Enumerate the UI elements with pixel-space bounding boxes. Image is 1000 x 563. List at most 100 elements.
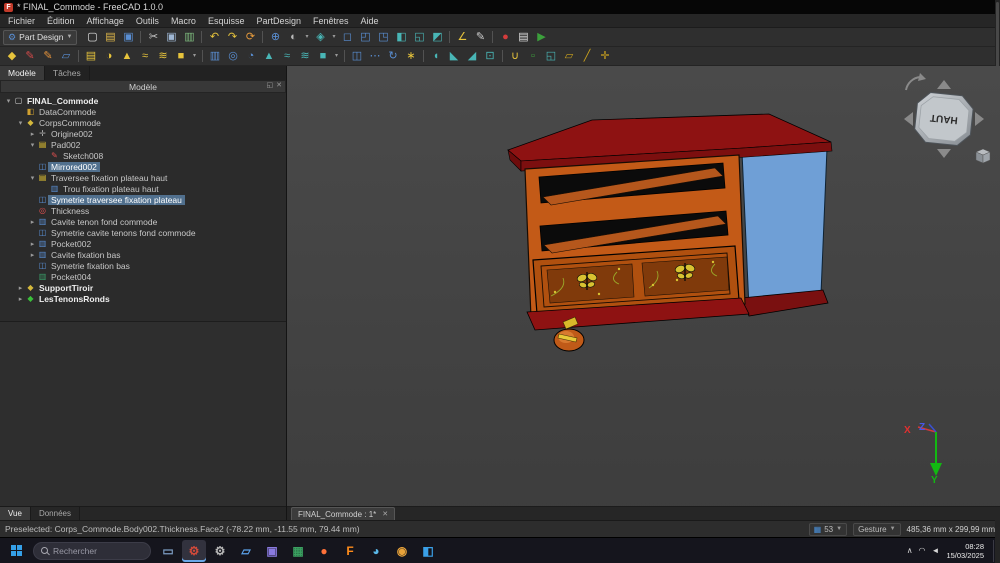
tree-item[interactable]: ◧ DataCommode [0, 106, 286, 117]
menu-item[interactable]: Outils [130, 14, 165, 27]
start-button[interactable] [4, 540, 28, 562]
expand-arrow-icon[interactable]: ▸ [28, 218, 37, 226]
taskbar-search[interactable]: Rechercher [33, 542, 151, 560]
pocket-icon[interactable]: ▥ [206, 48, 224, 65]
menu-item[interactable]: Édition [41, 14, 81, 27]
mirrored-icon[interactable]: ◫ [348, 48, 366, 65]
excel-icon[interactable]: ▦ [286, 540, 310, 562]
tree-item[interactable]: ◫ Symetrie fixation bas [0, 260, 286, 271]
tree-item[interactable]: ▾ ▤ Traversee fixation plateau haut [0, 172, 286, 183]
tree-item[interactable]: ▾ ▤ Pad002 [0, 139, 286, 150]
volume-icon[interactable]: ◄ [932, 546, 940, 555]
tree-item[interactable]: ◫ Symetrie cavite tenons fond commode [0, 227, 286, 238]
navcube-arrow-right[interactable] [975, 112, 984, 126]
separator[interactable] [75, 48, 82, 65]
commode-side-panel[interactable] [742, 148, 827, 308]
clock[interactable]: 08:28 15/03/2025 [946, 542, 984, 560]
close-panel-icon[interactable]: ✕ [276, 81, 282, 89]
draw-style-icon[interactable]: ◐ [284, 29, 302, 46]
measure-icon[interactable]: ∠ [453, 29, 471, 46]
macro-execute-icon[interactable]: ▶ [532, 29, 550, 46]
document-new-icon[interactable]: ▢ [83, 29, 101, 46]
additive-helix-icon[interactable]: ≋ [154, 48, 172, 65]
workbench-selector[interactable]: ⚙ Part Design ▼ [3, 30, 77, 45]
navigation-cube[interactable]: HAUT [896, 70, 992, 166]
polar-pattern-icon[interactable]: ↻ [384, 48, 402, 65]
expand-arrow-icon[interactable]: ▸ [16, 295, 25, 303]
store-icon[interactable]: ▱ [234, 540, 258, 562]
commode-3d-model[interactable] [508, 114, 832, 351]
menu-item[interactable]: Affichage [81, 14, 130, 27]
settings-icon[interactable]: ⚙ [208, 540, 232, 562]
shapebinder-icon[interactable]: ▫ [524, 48, 542, 65]
macro-record-icon[interactable]: ● [496, 29, 514, 46]
view-left-icon[interactable]: ◩ [428, 29, 446, 46]
expand-arrow-icon[interactable]: ▾ [28, 141, 37, 149]
isometric-view-icon[interactable]: ◈ [311, 29, 329, 46]
view-top-icon[interactable]: ◰ [356, 29, 374, 46]
property-tab[interactable]: Vue [0, 507, 31, 520]
tree-item[interactable]: ▸ ▥ Cavite fixation bas [0, 249, 286, 260]
subtractive-pipe-icon[interactable]: ≈ [278, 48, 296, 65]
create-body-icon[interactable]: ◆ [3, 48, 21, 65]
tree-item[interactable]: ▸ ▥ Pocket002 [0, 238, 286, 249]
freecad-icon[interactable]: ⚙ [182, 540, 206, 562]
vscode-icon[interactable]: ◧ [416, 540, 440, 562]
edge-icon[interactable]: ◕ [364, 540, 388, 562]
boolean-icon[interactable]: ∪ [506, 48, 524, 65]
tree-item[interactable]: ▾ ▢ FINAL_Commode [0, 95, 286, 106]
menu-item[interactable]: Macro [165, 14, 202, 27]
cut-icon[interactable]: ✂ [144, 29, 162, 46]
pad-icon[interactable]: ▤ [82, 48, 100, 65]
separator[interactable] [499, 48, 506, 65]
property-tab[interactable]: Données [31, 507, 80, 520]
expand-arrow-icon[interactable]: ▾ [28, 174, 37, 182]
dropdown-arrow-icon[interactable]: ▾ [190, 48, 199, 65]
separator[interactable] [198, 29, 205, 46]
expand-arrow-icon[interactable]: ▸ [16, 284, 25, 292]
expand-arrow-icon[interactable]: ▸ [28, 240, 37, 248]
separator[interactable] [137, 29, 144, 46]
dropdown-arrow-icon[interactable]: ▾ [302, 29, 311, 46]
chrome-icon[interactable]: ◉ [390, 540, 414, 562]
fillet-icon[interactable]: ◖ [427, 48, 445, 65]
freecad-start-icon[interactable]: F [338, 540, 362, 562]
view-right-icon[interactable]: ◳ [374, 29, 392, 46]
undo-icon[interactable]: ↶ [205, 29, 223, 46]
separator[interactable] [259, 29, 266, 46]
tree-item[interactable]: ▸ ✛ Origine002 [0, 128, 286, 139]
copy-icon[interactable]: ▣ [162, 29, 180, 46]
tree-item[interactable]: ▸ ▥ Cavite tenon fond commode [0, 216, 286, 227]
expand-arrow-icon[interactable]: ▾ [16, 119, 25, 127]
separator[interactable] [446, 29, 453, 46]
refresh-icon[interactable]: ⟳ [241, 29, 259, 46]
task-view-icon[interactable]: ▭ [156, 540, 180, 562]
tree-item[interactable]: ✎ Sketch008 [0, 150, 286, 161]
clone-icon[interactable]: ◱ [542, 48, 560, 65]
paste-icon[interactable]: ▥ [180, 29, 198, 46]
linear-pattern-icon[interactable]: ⋯ [366, 48, 384, 65]
float-panel-icon[interactable]: ◱ [267, 81, 274, 89]
navigation-style-select[interactable]: Gesture ▼ [853, 523, 900, 536]
additive-loft-icon[interactable]: ▲ [118, 48, 136, 65]
close-icon[interactable]: ✕ [382, 510, 388, 518]
save-icon[interactable]: ▣ [119, 29, 137, 46]
datum-plane-icon[interactable]: ▱ [560, 48, 578, 65]
grid-size-control[interactable]: ▦ 53 ▼ [809, 523, 847, 536]
redo-icon[interactable]: ↷ [223, 29, 241, 46]
tree-item[interactable]: ▥ Pocket004 [0, 271, 286, 282]
edit-sketch-icon[interactable]: ✎ [39, 48, 57, 65]
network-icon[interactable]: ◠ [919, 546, 926, 555]
navcube-arrow-down[interactable] [937, 149, 951, 158]
tree-item[interactable]: ◫ Mirrored002 [0, 161, 286, 172]
separator[interactable] [341, 48, 348, 65]
multitransform-icon[interactable]: ∗ [402, 48, 420, 65]
create-sketch-icon[interactable]: ✎ [21, 48, 39, 65]
annotation-icon[interactable]: ✎ [471, 29, 489, 46]
tree-item[interactable]: ◎ Thickness [0, 205, 286, 216]
draft-icon[interactable]: ◢ [463, 48, 481, 65]
panel-tab[interactable]: Tâches [45, 66, 90, 80]
menu-item[interactable]: Esquisse [202, 14, 251, 27]
mini-cube-icon[interactable] [976, 149, 990, 163]
dropdown-arrow-icon[interactable]: ▾ [329, 29, 338, 46]
